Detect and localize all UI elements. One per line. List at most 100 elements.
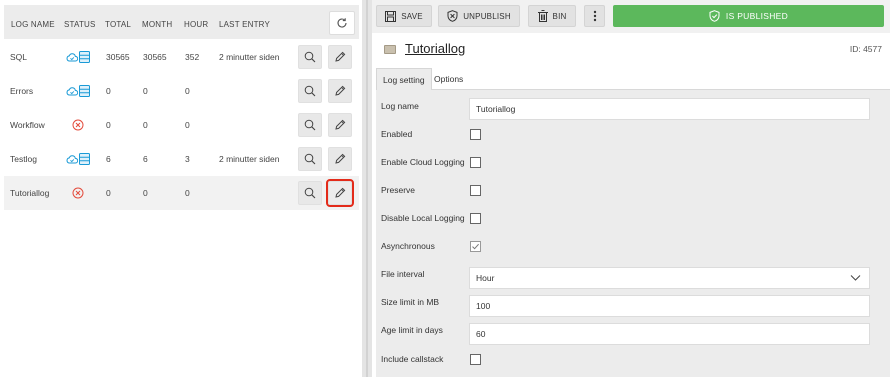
- cell-log-name: Testlog: [10, 154, 37, 164]
- cell-total: 30565: [106, 52, 130, 62]
- pencil-icon: [335, 51, 346, 62]
- save-label: SAVE: [401, 11, 423, 21]
- more-button[interactable]: [584, 5, 605, 27]
- include-callstack-label: Include callstack: [381, 354, 444, 364]
- cell-hour: 352: [185, 52, 200, 62]
- cell-month: 0: [143, 86, 148, 96]
- file-interval-value: Hour: [476, 273, 495, 283]
- edit-log-button[interactable]: [328, 113, 352, 137]
- item-id: ID: 4577: [849, 44, 882, 54]
- log-name-input[interactable]: Tutoriallog: [469, 98, 870, 120]
- search-icon: [304, 187, 316, 199]
- unpublish-label: UNPUBLISH: [463, 11, 511, 21]
- log-item-icon: [384, 45, 396, 54]
- disable-local-logging-label: Disable Local Logging: [381, 213, 465, 223]
- cell-month: 30565: [143, 52, 167, 62]
- edit-log-button[interactable]: [328, 147, 352, 171]
- cell-total: 0: [106, 86, 111, 96]
- header-hour: HOUR: [184, 20, 209, 29]
- header-total: TOTAL: [105, 20, 132, 29]
- cloud-icon: [66, 86, 78, 95]
- enabled-label: Enabled: [381, 129, 413, 139]
- cell-hour: 0: [185, 188, 190, 198]
- table-row[interactable]: Testlog 6 6 3 2 minutter siden: [4, 142, 359, 176]
- bin-button[interactable]: BIN: [528, 5, 576, 27]
- preserve-checkbox[interactable]: [470, 185, 481, 196]
- pencil-icon: [335, 85, 346, 96]
- local-storage-icon: [79, 51, 90, 63]
- cell-hour: 3: [185, 154, 190, 164]
- status-indicator: [72, 117, 84, 133]
- save-button[interactable]: SAVE: [376, 5, 432, 27]
- view-log-button[interactable]: [298, 181, 322, 205]
- cell-total: 0: [106, 188, 111, 198]
- size-limit-label: Size limit in MB: [381, 297, 440, 307]
- local-storage-icon: [79, 153, 90, 165]
- asynchronous-label: Asynchronous: [381, 241, 435, 251]
- cell-month: 6: [143, 154, 148, 164]
- size-limit-input[interactable]: 100: [469, 295, 870, 317]
- edit-log-button[interactable]: [328, 79, 352, 103]
- status-indicator: [66, 49, 90, 65]
- cell-total: 0: [106, 120, 111, 130]
- search-icon: [304, 119, 316, 131]
- cell-log-name: Workflow: [10, 120, 45, 130]
- cell-last-entry: 2 minutter siden: [219, 52, 280, 62]
- unpublish-button[interactable]: UNPUBLISH: [438, 5, 520, 27]
- cell-last-entry: 2 minutter siden: [219, 154, 280, 164]
- cloud-logging-label: Enable Cloud Logging: [381, 157, 465, 167]
- pencil-icon: [335, 153, 346, 164]
- cell-hour: 0: [185, 86, 190, 96]
- include-callstack-checkbox[interactable]: [470, 354, 481, 365]
- cloud-logging-checkbox[interactable]: [470, 157, 481, 168]
- table-row[interactable]: Workflow 0 0 0: [4, 108, 359, 142]
- age-limit-label: Age limit in days: [381, 325, 443, 335]
- search-icon: [304, 153, 316, 165]
- view-log-button[interactable]: [298, 113, 322, 137]
- pencil-icon: [335, 187, 346, 198]
- trash-icon: [537, 10, 548, 22]
- view-log-button[interactable]: [298, 45, 322, 69]
- bin-label: BIN: [552, 11, 567, 21]
- view-log-button[interactable]: [298, 147, 322, 171]
- status-indicator: [66, 83, 90, 99]
- file-interval-select[interactable]: Hour: [469, 267, 870, 289]
- tab-options[interactable]: Options: [428, 68, 469, 90]
- edit-log-button[interactable]: [326, 179, 354, 207]
- item-title[interactable]: Tutoriallog: [405, 41, 465, 56]
- disable-local-logging-checkbox[interactable]: [470, 213, 481, 224]
- disabled-icon: [72, 119, 84, 131]
- status-indicator: [66, 151, 90, 167]
- refresh-button[interactable]: [329, 11, 355, 35]
- view-log-button[interactable]: [298, 79, 322, 103]
- header-status: STATUS: [64, 20, 96, 29]
- tab-log-setting[interactable]: Log setting: [376, 68, 432, 90]
- pencil-icon: [335, 119, 346, 130]
- log-name-label: Log name: [381, 101, 419, 111]
- cloud-icon: [66, 154, 78, 163]
- shield-off-icon: [447, 10, 458, 22]
- disabled-icon: [72, 187, 84, 199]
- cell-log-name: Errors: [10, 86, 34, 96]
- asynchronous-checkbox[interactable]: [470, 241, 481, 252]
- table-header: LOG NAME STATUS TOTAL MONTH HOUR LAST EN…: [4, 5, 359, 39]
- table-row[interactable]: Tutoriallog 0 0 0: [4, 176, 359, 210]
- toolbar: SAVE UNPUBLISH BIN IS PUBLISHED: [372, 0, 890, 33]
- splitter-line: [366, 0, 368, 377]
- published-label: IS PUBLISHED: [725, 11, 789, 21]
- enabled-checkbox[interactable]: [470, 129, 481, 140]
- table-row[interactable]: Errors 0 0 0: [4, 74, 359, 108]
- shield-check-icon: [709, 10, 720, 22]
- more-vertical-icon: [593, 10, 596, 22]
- cell-month: 0: [143, 120, 148, 130]
- header-last-entry: LAST ENTRY: [219, 20, 271, 29]
- edit-log-button[interactable]: [328, 45, 352, 69]
- age-limit-input[interactable]: 60: [469, 323, 870, 345]
- cell-month: 0: [143, 188, 148, 198]
- table-row[interactable]: SQL 30565 30565 352 2 minutter siden: [4, 40, 359, 74]
- header-month: MONTH: [142, 20, 173, 29]
- cell-total: 6: [106, 154, 111, 164]
- published-status-button[interactable]: IS PUBLISHED: [613, 5, 884, 27]
- local-storage-icon: [79, 85, 90, 97]
- log-list-panel: LOG NAME STATUS TOTAL MONTH HOUR LAST EN…: [0, 0, 362, 377]
